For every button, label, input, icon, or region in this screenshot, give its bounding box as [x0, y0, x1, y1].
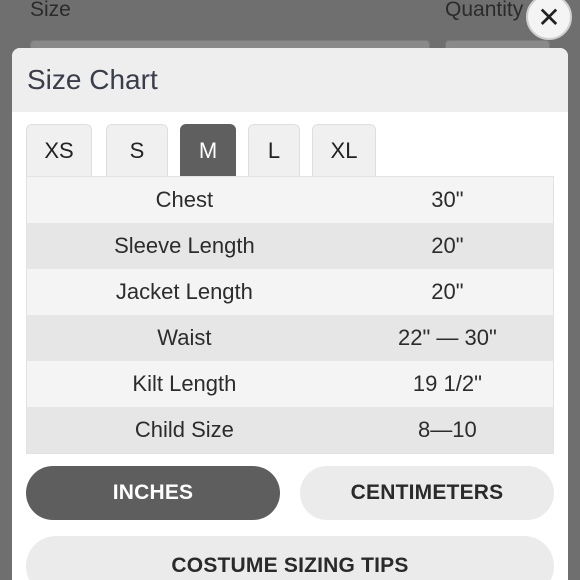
tab-xs[interactable]: XS [26, 124, 92, 176]
background-quantity-label: Quantity [445, 0, 524, 21]
size-chart-modal: Size Chart XS S M L XL Chest 30" Sleeve … [12, 48, 568, 580]
measurement-label: Kilt Length [132, 371, 237, 396]
measurement-value: 8—10 [418, 417, 477, 442]
inches-button[interactable]: INCHES [26, 466, 280, 520]
table-row: Sleeve Length 20" [27, 223, 553, 269]
table-row: Chest 30" [27, 177, 553, 223]
tab-m[interactable]: M [180, 124, 236, 176]
measurement-label: Jacket Length [115, 279, 253, 304]
modal-header: Size Chart [12, 48, 568, 112]
measurement-label: Chest [155, 187, 214, 212]
measurement-label: Child Size [134, 417, 234, 442]
tab-s[interactable]: S [106, 124, 168, 176]
costume-sizing-tips-button[interactable]: COSTUME SIZING TIPS [26, 536, 554, 580]
centimeters-button[interactable]: CENTIMETERS [300, 466, 554, 520]
measurement-value: 20" [431, 233, 464, 258]
close-button[interactable]: ✕ [526, 0, 572, 40]
table-row: Waist 22" — 30" [27, 315, 553, 361]
measurement-label: Waist [157, 325, 212, 350]
measurement-label: Sleeve Length [114, 233, 255, 258]
measurement-value: 19 1/2" [412, 371, 482, 396]
close-icon: ✕ [537, 0, 561, 34]
table-row: Kilt Length 19 1/2" [27, 361, 553, 407]
background-size-label: Size [30, 0, 71, 21]
table-row: Child Size 8—10 [27, 407, 553, 453]
tab-l[interactable]: L [248, 124, 300, 176]
modal-title: Size Chart [27, 64, 158, 95]
measurement-value: 30" [431, 187, 464, 212]
tab-xl[interactable]: XL [312, 124, 376, 176]
measurement-value: 22" — 30" [398, 325, 497, 350]
table-row: Jacket Length 20" [27, 269, 553, 315]
measurement-value: 20" [431, 279, 464, 304]
size-table: Chest 30" Sleeve Length 20" Jacket Lengt… [26, 176, 554, 454]
